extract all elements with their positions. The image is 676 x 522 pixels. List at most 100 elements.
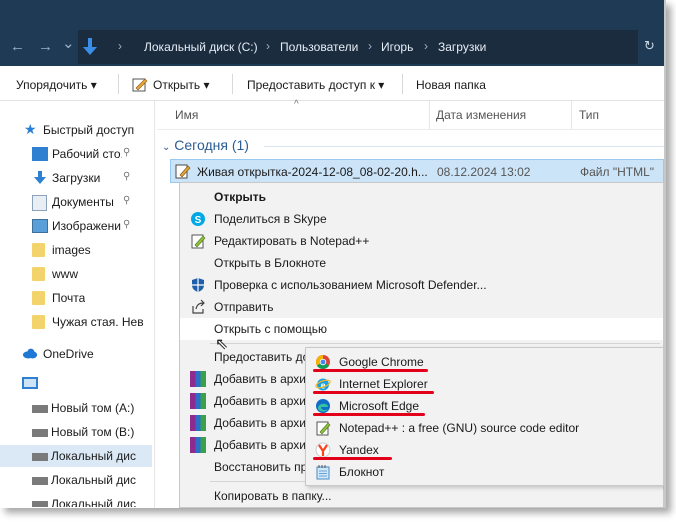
navigation-pane: ★ Быстрый доступ Рабочий сто... ⚲ Загруз… xyxy=(0,101,155,508)
open-button[interactable]: Открыть ▾ xyxy=(153,78,209,92)
breadcrumb-users[interactable]: Пользователи xyxy=(280,40,358,54)
nav-documents[interactable]: Документы ⚲ xyxy=(0,191,152,213)
drive-icon xyxy=(32,429,48,437)
svg-text:S: S xyxy=(195,215,202,226)
nav-drive-d[interactable]: Локальный дис xyxy=(0,469,152,491)
pin-icon: ⚲ xyxy=(123,171,131,182)
menu-label: Добавить в архи xyxy=(214,372,306,386)
menu-separator xyxy=(210,343,660,344)
notepadpp-icon xyxy=(191,234,206,249)
skype-icon: S xyxy=(191,212,205,226)
toolbar-divider xyxy=(402,74,403,94)
nav-drive-c[interactable]: Локальный дис xyxy=(0,445,152,467)
menu-open-with[interactable]: Открыть с помощью xyxy=(180,318,663,340)
breadcrumb-separator: › xyxy=(118,39,122,53)
nav-label: Локальный дис xyxy=(51,497,136,507)
nav-drive-b[interactable]: Новый том (B:) xyxy=(0,421,152,443)
menu-label: Восстановить пр xyxy=(214,460,308,474)
nav-label: Загрузки xyxy=(52,171,101,185)
file-row-selected[interactable]: Живая открытка-2024-12-08_08-02-20.h... … xyxy=(170,159,664,183)
recent-locations-button[interactable]: ⌄ xyxy=(62,34,75,52)
submenu-label: Google Chrome xyxy=(339,355,424,369)
nav-downloads[interactable]: Загрузки ⚲ xyxy=(0,167,152,189)
file-name: Живая открытка-2024-12-08_08-02-20.h... xyxy=(197,165,428,179)
breadcrumb-user[interactable]: Игорь xyxy=(381,40,413,54)
nav-desktop[interactable]: Рабочий сто... ⚲ xyxy=(0,143,152,165)
nav-folder-www[interactable]: www xyxy=(0,263,152,285)
forward-button[interactable]: → xyxy=(38,38,53,55)
winrar-icon xyxy=(190,415,206,431)
share-button[interactable]: Предоставить доступ к ▾ xyxy=(247,78,384,92)
defender-shield-icon xyxy=(192,278,204,292)
share-icon xyxy=(192,299,205,314)
folder-icon xyxy=(32,267,45,281)
menu-send[interactable]: Отправить xyxy=(180,296,663,318)
menu-defender-scan[interactable]: Проверка с использованием Microsoft Defe… xyxy=(180,274,663,296)
edge-icon xyxy=(316,399,330,413)
submenu-notepad[interactable]: Блокнот xyxy=(306,461,663,483)
winrar-icon xyxy=(190,371,206,387)
folder-icon xyxy=(32,291,45,305)
drive-icon xyxy=(32,405,48,413)
downloads-location-icon xyxy=(83,38,97,55)
column-date[interactable]: Дата изменения xyxy=(436,108,526,122)
nav-label: Новый том (B:) xyxy=(51,425,135,439)
submenu-notepadpp[interactable]: Notepad++ : a free (GNU) source code edi… xyxy=(306,417,663,439)
nav-pictures[interactable]: Изображени ⚲ xyxy=(0,215,152,237)
organize-button[interactable]: Упорядочить ▾ xyxy=(16,78,97,92)
drive-icon xyxy=(32,477,48,485)
nav-folder-stranger[interactable]: Чужая стая. Нев xyxy=(0,311,152,333)
nav-label: Локальный дис xyxy=(51,473,136,487)
menu-label: Добавить в архи xyxy=(214,394,306,408)
nav-label: Документы xyxy=(52,195,114,209)
file-type: Файл "HTML" xyxy=(580,165,655,179)
submenu-label: Notepad++ : a free (GNU) source code edi… xyxy=(339,421,580,435)
address-bar-area: ← → ⌄ › Локальный диск (C:) › Пользовате… xyxy=(0,0,664,66)
chrome-icon xyxy=(316,355,330,369)
column-divider[interactable] xyxy=(571,101,572,129)
group-header-today[interactable]: ⌄ Сегодня (1) xyxy=(162,137,249,153)
submenu-label: Yandex xyxy=(339,443,379,457)
nav-drive-a[interactable]: Новый том (A:) xyxy=(0,397,152,419)
computer-icon xyxy=(22,377,38,389)
pin-icon: ⚲ xyxy=(123,219,131,230)
explorer-window: ← → ⌄ › Локальный диск (C:) › Пользовате… xyxy=(0,0,666,508)
nav-label: images xyxy=(52,243,91,257)
column-divider[interactable] xyxy=(429,101,430,129)
menu-label: Добавить в архи xyxy=(214,416,306,430)
breadcrumb-downloads[interactable]: Загрузки xyxy=(438,40,486,54)
nav-drive-e[interactable]: Локальный дис xyxy=(0,493,152,507)
nav-quick-access[interactable]: ★ Быстрый доступ xyxy=(0,119,152,141)
nav-this-pc[interactable] xyxy=(0,373,152,395)
menu-open-notepad[interactable]: Открыть в Блокноте xyxy=(180,252,663,274)
nav-folder-images[interactable]: images xyxy=(0,239,152,261)
drive-icon xyxy=(32,453,48,461)
column-name[interactable]: Имя xyxy=(175,108,198,122)
breadcrumb-separator: › xyxy=(266,39,270,53)
back-button[interactable]: ← xyxy=(10,38,25,55)
menu-edit-notepadpp[interactable]: Редактировать в Notepad++ xyxy=(180,230,663,252)
menu-share-skype[interactable]: S Поделиться в Skype xyxy=(180,208,663,230)
menu-copy-to-folder[interactable]: Копировать в папку... xyxy=(180,485,663,507)
pin-icon: ⚲ xyxy=(123,195,131,206)
ie-icon: e xyxy=(315,378,331,392)
column-type[interactable]: Тип xyxy=(579,108,599,122)
nav-folder-mail[interactable]: Почта xyxy=(0,287,152,309)
refresh-icon[interactable]: ↻ xyxy=(644,38,655,54)
group-label: Сегодня (1) xyxy=(174,137,249,153)
breadcrumb-separator: › xyxy=(368,39,372,53)
menu-label: Проверка с использованием Microsoft Defe… xyxy=(214,278,487,292)
annotation-underline-yandex xyxy=(313,457,392,460)
nav-onedrive[interactable]: OneDrive xyxy=(0,343,152,365)
breadcrumb-local-disk[interactable]: Локальный диск (C:) xyxy=(144,40,258,54)
pin-icon: ⚲ xyxy=(123,147,131,158)
menu-open[interactable]: Открыть xyxy=(180,186,663,208)
chevron-down-icon: ⌄ xyxy=(162,142,171,153)
nav-label: Новый том (A:) xyxy=(51,401,135,415)
new-folder-button[interactable]: Новая папка xyxy=(416,78,486,92)
folder-icon xyxy=(32,243,45,257)
nav-label: www xyxy=(52,267,78,281)
notepad-icon xyxy=(316,465,330,480)
annotation-underline-ie xyxy=(313,391,434,394)
annotation-underline-edge xyxy=(313,413,425,416)
